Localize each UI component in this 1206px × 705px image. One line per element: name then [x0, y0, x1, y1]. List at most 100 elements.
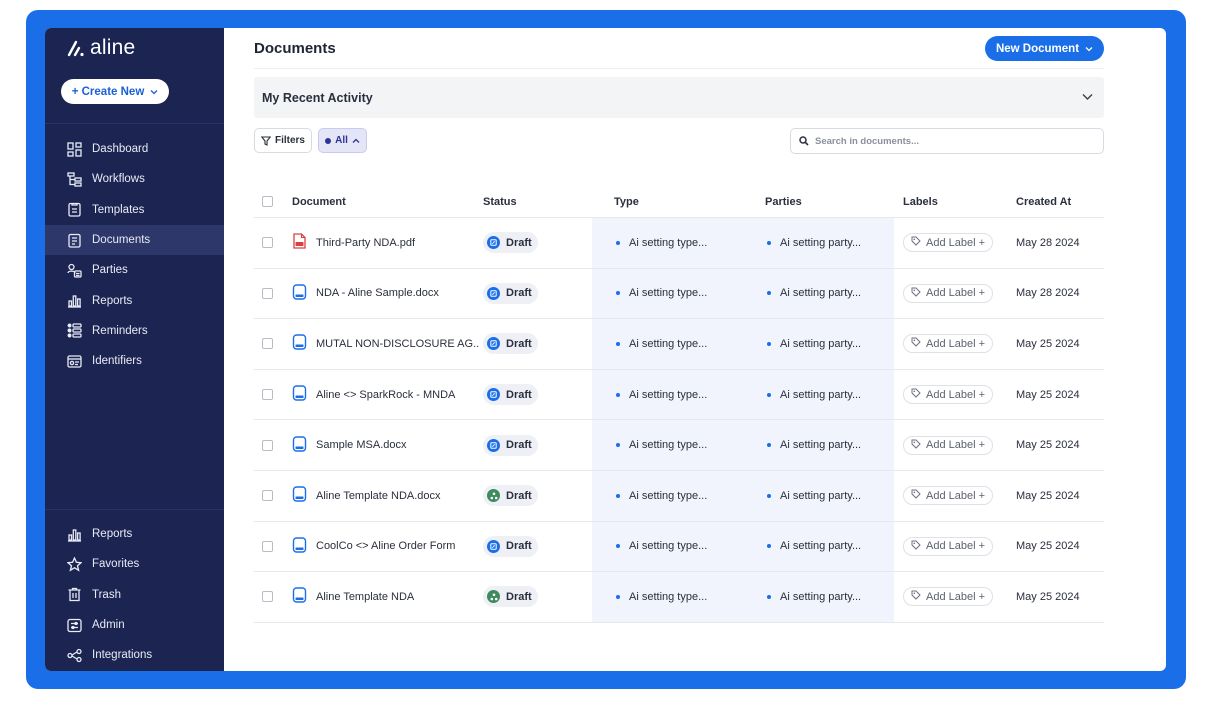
table-row[interactable]: Third-Party NDA.pdf Draft Ai setting type.… — [254, 218, 1104, 269]
parties-cell[interactable]: Ai setting party... — [765, 522, 861, 572]
table-row[interactable]: Aline <> SparkRock - MNDA Draft Ai setting… — [254, 370, 1104, 421]
type-cell[interactable]: Ai setting type... — [614, 269, 707, 319]
add-label-button[interactable]: Add Label + — [903, 233, 994, 253]
document-cell[interactable]: Third-Party NDA.pdf — [292, 218, 415, 268]
row-checkbox[interactable] — [262, 540, 273, 552]
table-row[interactable]: Aline Template NDA.docx Draft Ai setting t… — [254, 471, 1104, 522]
sidebar-item-reminders[interactable]: Reminders — [45, 316, 224, 346]
status-badge[interactable]: Draft — [483, 232, 538, 254]
type-cell[interactable]: Ai setting type... — [614, 319, 707, 369]
row-checkbox[interactable] — [262, 490, 273, 502]
document-name[interactable]: MUTAL NON-DISCLOSURE AG.. — [316, 338, 479, 350]
document-name[interactable]: Aline Template NDA.docx — [316, 490, 441, 502]
type-cell[interactable]: Ai setting type... — [614, 572, 707, 622]
parties-cell[interactable]: Ai setting party... — [765, 420, 861, 470]
add-label-button[interactable]: Add Label + — [903, 334, 994, 354]
star-icon — [66, 556, 82, 572]
add-label-button[interactable]: Add Label + — [903, 385, 994, 405]
document-name[interactable]: Sample MSA.docx — [316, 439, 406, 451]
column-header-labels[interactable]: Labels — [903, 186, 938, 217]
sidebar-item-parties[interactable]: Parties — [45, 255, 224, 285]
table-row[interactable]: NDA - Aline Sample.docx Draft Ai setting t… — [254, 269, 1104, 320]
logo[interactable]: aline — [67, 36, 135, 60]
row-checkbox[interactable] — [262, 591, 273, 603]
document-name[interactable]: CoolCo <> Aline Order Form — [316, 540, 455, 552]
document-name[interactable]: Aline <> SparkRock - MNDA — [316, 389, 455, 401]
sidebar-item-templates[interactable]: Templates — [45, 195, 224, 225]
column-header-created-at[interactable]: Created At — [1016, 186, 1071, 217]
parties-cell[interactable]: Ai setting party... — [765, 370, 861, 420]
document-cell[interactable]: CoolCo <> Aline Order Form — [292, 522, 455, 572]
parties-cell[interactable]: Ai setting party... — [765, 218, 861, 268]
type-cell[interactable]: Ai setting type... — [614, 420, 707, 470]
parties-cell[interactable]: Ai setting party... — [765, 572, 861, 622]
type-cell[interactable]: Ai setting type... — [614, 522, 707, 572]
status-badge[interactable]: Draft — [483, 333, 538, 355]
type-cell[interactable]: Ai setting type... — [614, 218, 707, 268]
type-value: Ai setting type... — [629, 236, 708, 249]
doc-file-icon — [292, 537, 307, 556]
add-label-button[interactable]: Add Label + — [903, 435, 994, 455]
search-input[interactable] — [815, 135, 1095, 147]
parties-value: Ai setting party... — [780, 236, 862, 249]
row-checkbox[interactable] — [262, 237, 273, 249]
table-row[interactable]: Sample MSA.docx Draft Ai setting type... Ai… — [254, 420, 1104, 471]
document-name[interactable]: Third-Party NDA.pdf — [316, 237, 415, 249]
add-label-button[interactable]: Add Label + — [903, 587, 994, 607]
parties-cell[interactable]: Ai setting party... — [765, 269, 861, 319]
app-window: aline + Create New Dashboard Workflows T… — [45, 28, 1166, 671]
document-cell[interactable]: Aline Template NDA — [292, 572, 414, 622]
all-filter-chip[interactable]: All — [318, 128, 367, 153]
status-badge[interactable]: Draft — [483, 485, 538, 507]
create-new-button[interactable]: + Create New — [61, 79, 169, 104]
add-label-button[interactable]: Add Label + — [903, 486, 994, 506]
sidebar-item-admin[interactable]: Admin — [45, 610, 224, 640]
sidebar-item-trash[interactable]: Trash — [45, 580, 224, 610]
column-header-document[interactable]: Document — [292, 186, 346, 217]
document-cell[interactable]: Aline Template NDA.docx — [292, 471, 441, 521]
sidebar-item-identifiers[interactable]: Identifiers — [45, 346, 224, 376]
row-checkbox[interactable] — [262, 338, 273, 350]
type-cell[interactable]: Ai setting type... — [614, 370, 707, 420]
row-checkbox[interactable] — [262, 287, 273, 299]
column-header-status[interactable]: Status — [483, 186, 517, 217]
document-cell[interactable]: MUTAL NON-DISCLOSURE AG.. — [292, 319, 479, 369]
status-badge[interactable]: Draft — [483, 384, 538, 406]
new-document-button[interactable]: New Document — [985, 36, 1104, 61]
row-checkbox[interactable] — [262, 439, 273, 451]
sidebar-item-reports[interactable]: Reports — [45, 285, 224, 315]
table-row[interactable]: Aline Template NDA Draft Ai setting type..… — [254, 572, 1104, 623]
add-label-button[interactable]: Add Label + — [903, 536, 994, 556]
document-name[interactable]: NDA - Aline Sample.docx — [316, 287, 439, 299]
sidebar-item-integrations[interactable]: Integrations — [45, 640, 224, 670]
search-box[interactable] — [790, 128, 1104, 154]
sidebar-item-documents[interactable]: Documents — [45, 224, 224, 256]
status-badge[interactable]: Draft — [483, 282, 538, 304]
type-cell[interactable]: Ai setting type... — [614, 471, 707, 521]
recent-activity-panel[interactable]: My Recent Activity — [254, 77, 1104, 118]
filters-button[interactable]: Filters — [254, 128, 312, 153]
table-row[interactable]: CoolCo <> Aline Order Form Draft Ai settin… — [254, 522, 1104, 573]
document-name[interactable]: Aline Template NDA — [316, 591, 414, 603]
sidebar-item-workflows[interactable]: Workflows — [45, 164, 224, 194]
chevron-down-icon[interactable] — [1081, 90, 1094, 103]
parties-cell[interactable]: Ai setting party... — [765, 471, 861, 521]
table-row[interactable]: MUTAL NON-DISCLOSURE AG.. Draft Ai setting… — [254, 319, 1104, 370]
sidebar-item-dashboard[interactable]: Dashboard — [45, 134, 224, 164]
add-label-button[interactable]: Add Label + — [903, 283, 994, 303]
document-cell[interactable]: NDA - Aline Sample.docx — [292, 269, 439, 319]
status-badge[interactable]: Draft — [483, 586, 538, 608]
select-all-checkbox[interactable] — [262, 196, 273, 207]
parties-cell[interactable]: Ai setting party... — [765, 319, 861, 369]
sidebar-item-reports-bottom[interactable]: Reports — [45, 519, 224, 549]
column-header-parties[interactable]: Parties — [765, 186, 802, 217]
row-checkbox[interactable] — [262, 389, 273, 401]
sidebar-item-favorites[interactable]: Favorites — [45, 549, 224, 579]
identifiers-icon — [66, 353, 82, 369]
status-badge[interactable]: Draft — [483, 434, 538, 456]
create-new-label: + Create New — [71, 85, 145, 98]
status-badge[interactable]: Draft — [483, 535, 538, 557]
column-header-type[interactable]: Type — [614, 186, 639, 217]
document-cell[interactable]: Aline <> SparkRock - MNDA — [292, 370, 455, 420]
document-cell[interactable]: Sample MSA.docx — [292, 420, 406, 470]
